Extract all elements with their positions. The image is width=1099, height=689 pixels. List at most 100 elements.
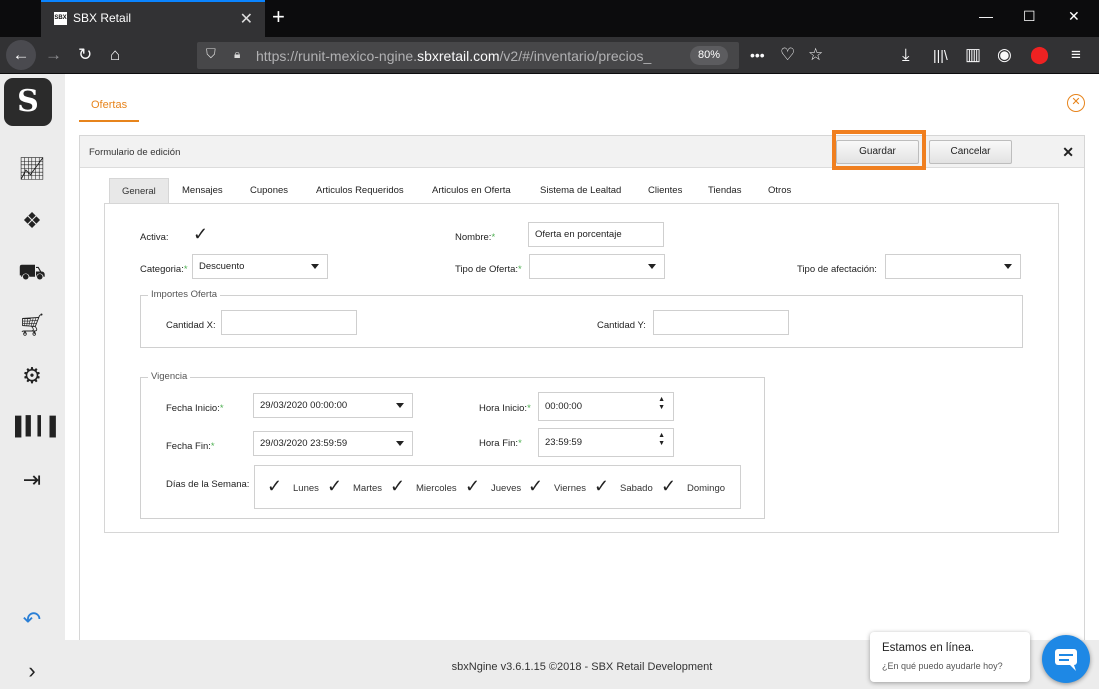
save-highlight-box — [832, 130, 926, 170]
vigencia-group: Vigencia Fecha Inicio:* 29/03/2020 00:00… — [140, 371, 765, 519]
cantidad-y-input[interactable] — [653, 310, 789, 335]
minimize-icon[interactable]: — — [979, 8, 993, 24]
day-checkbox[interactable]: ✓ — [661, 476, 679, 496]
panel-close-icon[interactable]: ✕ — [1062, 144, 1074, 161]
dias-semana-group: ✓ Lunes ✓ Martes ✓ Miercoles ✓ Jueves ✓ Viern… — [254, 465, 741, 509]
fecha-inicio-label: Fecha Inicio:* — [166, 403, 224, 414]
tab-ofertas[interactable]: Ofertas — [79, 92, 140, 122]
cantidad-x-input[interactable] — [221, 310, 357, 335]
activa-label: Activa: — [140, 232, 169, 243]
tab-mensajes[interactable]: Mensajes — [182, 178, 223, 204]
library-icon[interactable]: |||\ — [933, 43, 948, 67]
lock-icon[interactable]: 🔒︎ — [234, 47, 240, 62]
chevron-down-icon — [396, 403, 404, 408]
day-checkbox[interactable]: ✓ — [390, 476, 408, 496]
day-viernes[interactable]: ✓ Viernes — [528, 476, 586, 500]
day-sabado[interactable]: ✓ Sabado — [594, 476, 653, 500]
fecha-fin-value: 29/03/2020 23:59:59 — [260, 438, 348, 449]
day-jueves[interactable]: ✓ Jueves — [465, 476, 521, 500]
settings-gear-icon[interactable]: ⚙ — [15, 359, 49, 393]
chat-subtitle: ¿En qué puedo ayudarle hoy? — [882, 661, 1003, 671]
tab-close-icon[interactable]: ✕ — [240, 9, 253, 29]
chat-launcher-button[interactable] — [1042, 635, 1090, 683]
tab-title: SBX Retail — [73, 11, 132, 25]
close-circle-icon[interactable]: ✕ — [1067, 94, 1085, 112]
logout-icon[interactable]: ⇥ — [15, 463, 49, 497]
hora-fin-input[interactable]: 23:59:59 ▲ ▼ — [538, 428, 674, 457]
extension-stop-icon[interactable]: ⬤ — [1030, 43, 1049, 67]
sidebar-toggle-icon[interactable]: ▥ — [965, 43, 981, 67]
day-label: Viernes — [554, 483, 587, 494]
day-lunes[interactable]: ✓ Lunes — [267, 476, 319, 500]
more-actions-icon[interactable]: ••• — [750, 43, 765, 67]
day-checkbox[interactable]: ✓ — [267, 476, 285, 496]
tab-sistema-de-lealtad[interactable]: Sistema de Lealtad — [540, 178, 621, 204]
fecha-inicio-value: 29/03/2020 00:00:00 — [260, 400, 348, 411]
day-martes[interactable]: ✓ Martes — [327, 476, 382, 500]
fecha-fin-label: Fecha Fin:* — [166, 441, 215, 452]
chat-title: Estamos en línea. — [882, 642, 975, 654]
undo-arrow-icon[interactable]: ↶ — [15, 603, 49, 637]
dropbox-icon[interactable]: ❖ — [15, 204, 49, 238]
cantidad-x-label: Cantidad X: — [166, 320, 216, 331]
new-tab-icon[interactable]: + — [272, 4, 285, 30]
nombre-input[interactable]: Oferta en porcentaje — [528, 222, 664, 247]
tab-cupones[interactable]: Cupones — [250, 178, 288, 204]
menu-icon[interactable]: ≡ — [1071, 43, 1081, 67]
pocket-icon[interactable]: ♡ — [780, 43, 795, 67]
tab-general[interactable]: General — [109, 178, 169, 204]
day-label: Domingo — [687, 483, 726, 494]
browser-tab[interactable]: SBX SBX Retail ✕ — [41, 0, 265, 37]
home-icon[interactable]: ⌂ — [110, 43, 120, 67]
tracking-shield-icon[interactable]: ⛉ — [206, 46, 216, 62]
reload-icon[interactable]: ↻ — [78, 43, 92, 67]
day-checkbox[interactable]: ✓ — [327, 476, 345, 496]
hora-inicio-value: 00:00:00 — [545, 401, 582, 412]
day-miercoles[interactable]: ✓ Miercoles — [390, 476, 457, 500]
day-checkbox[interactable]: ✓ — [528, 476, 546, 496]
tipo-oferta-select[interactable] — [529, 254, 665, 279]
forward-arrow-icon[interactable]: → — [45, 43, 62, 67]
day-domingo[interactable]: ✓ Domingo — [661, 476, 725, 500]
url-text[interactable]: https://runit-mexico-ngine.sbxretail.com… — [256, 48, 676, 64]
delivery-truck-icon[interactable]: ⛟ — [15, 255, 49, 289]
tab-clientes[interactable]: Clientes — [648, 178, 682, 204]
fecha-fin-picker[interactable]: 29/03/2020 23:59:59 — [253, 431, 413, 456]
day-checkbox[interactable]: ✓ — [465, 476, 483, 496]
hora-fin-label: Hora Fin:* — [479, 438, 522, 449]
barcode-icon[interactable]: ▌▍▎▌ — [15, 409, 62, 443]
cancel-button[interactable]: Cancelar — [929, 140, 1012, 164]
day-checkbox[interactable]: ✓ — [594, 476, 612, 496]
sbx-logo[interactable]: S — [4, 78, 52, 126]
tab-tiendas[interactable]: Tiendas — [708, 178, 741, 204]
window-close-icon[interactable]: ✕ — [1068, 8, 1080, 25]
analytics-chart-icon[interactable]: 📈︎ — [15, 152, 49, 186]
hora-inicio-input[interactable]: 00:00:00 ▲ ▼ — [538, 392, 674, 421]
spinner-arrows-icon[interactable]: ▲ ▼ — [658, 432, 665, 448]
zoom-level-badge[interactable]: 80% — [690, 46, 728, 65]
shopping-cart-icon[interactable]: 🛒︎ — [15, 308, 49, 342]
tipo-afectacion-select[interactable] — [885, 254, 1021, 279]
url-bar[interactable]: ⛉ 🔒︎ https://runit-mexico-ngine.sbxretai… — [197, 42, 739, 69]
tab-articulos-requeridos[interactable]: Articulos Requeridos — [316, 178, 404, 204]
back-arrow-icon[interactable]: ← — [6, 40, 36, 70]
activa-checkbox[interactable]: ✓ — [193, 224, 211, 244]
fecha-inicio-picker[interactable]: 29/03/2020 00:00:00 — [253, 393, 413, 418]
cantidad-y-label: Cantidad Y: — [597, 320, 646, 331]
download-icon[interactable]: ⤓ — [902, 43, 910, 67]
tab-articulos-en-oferta[interactable]: Articulos en Oferta — [432, 178, 511, 204]
expand-chevron-icon[interactable]: › — [15, 654, 49, 688]
account-icon[interactable]: ◉ — [997, 43, 1012, 67]
categoria-select[interactable]: Descuento — [192, 254, 328, 279]
browser-titlebar: SBX SBX Retail ✕ + — ☐ ✕ — [0, 0, 1099, 37]
importes-oferta-legend: Importes Oferta — [148, 289, 220, 300]
chat-bubble[interactable]: Estamos en línea. ¿En qué puedo ayudarle… — [870, 632, 1030, 682]
maximize-icon[interactable]: ☐ — [1023, 8, 1036, 25]
bookmark-star-icon[interactable]: ☆ — [808, 43, 823, 67]
categoria-value: Descuento — [199, 261, 245, 272]
dias-semana-label: Días de la Semana: — [166, 479, 250, 490]
spinner-arrows-icon[interactable]: ▲ ▼ — [658, 396, 665, 412]
edit-form-panel: Formulario de edición Guardar Cancelar ✕… — [79, 130, 1085, 675]
tab-otros[interactable]: Otros — [768, 178, 791, 204]
app-sidebar: S 📈︎ ❖ ⛟ 🛒︎ ⚙ ▌▍▎▌ ⇥ ↶ › — [0, 74, 65, 689]
